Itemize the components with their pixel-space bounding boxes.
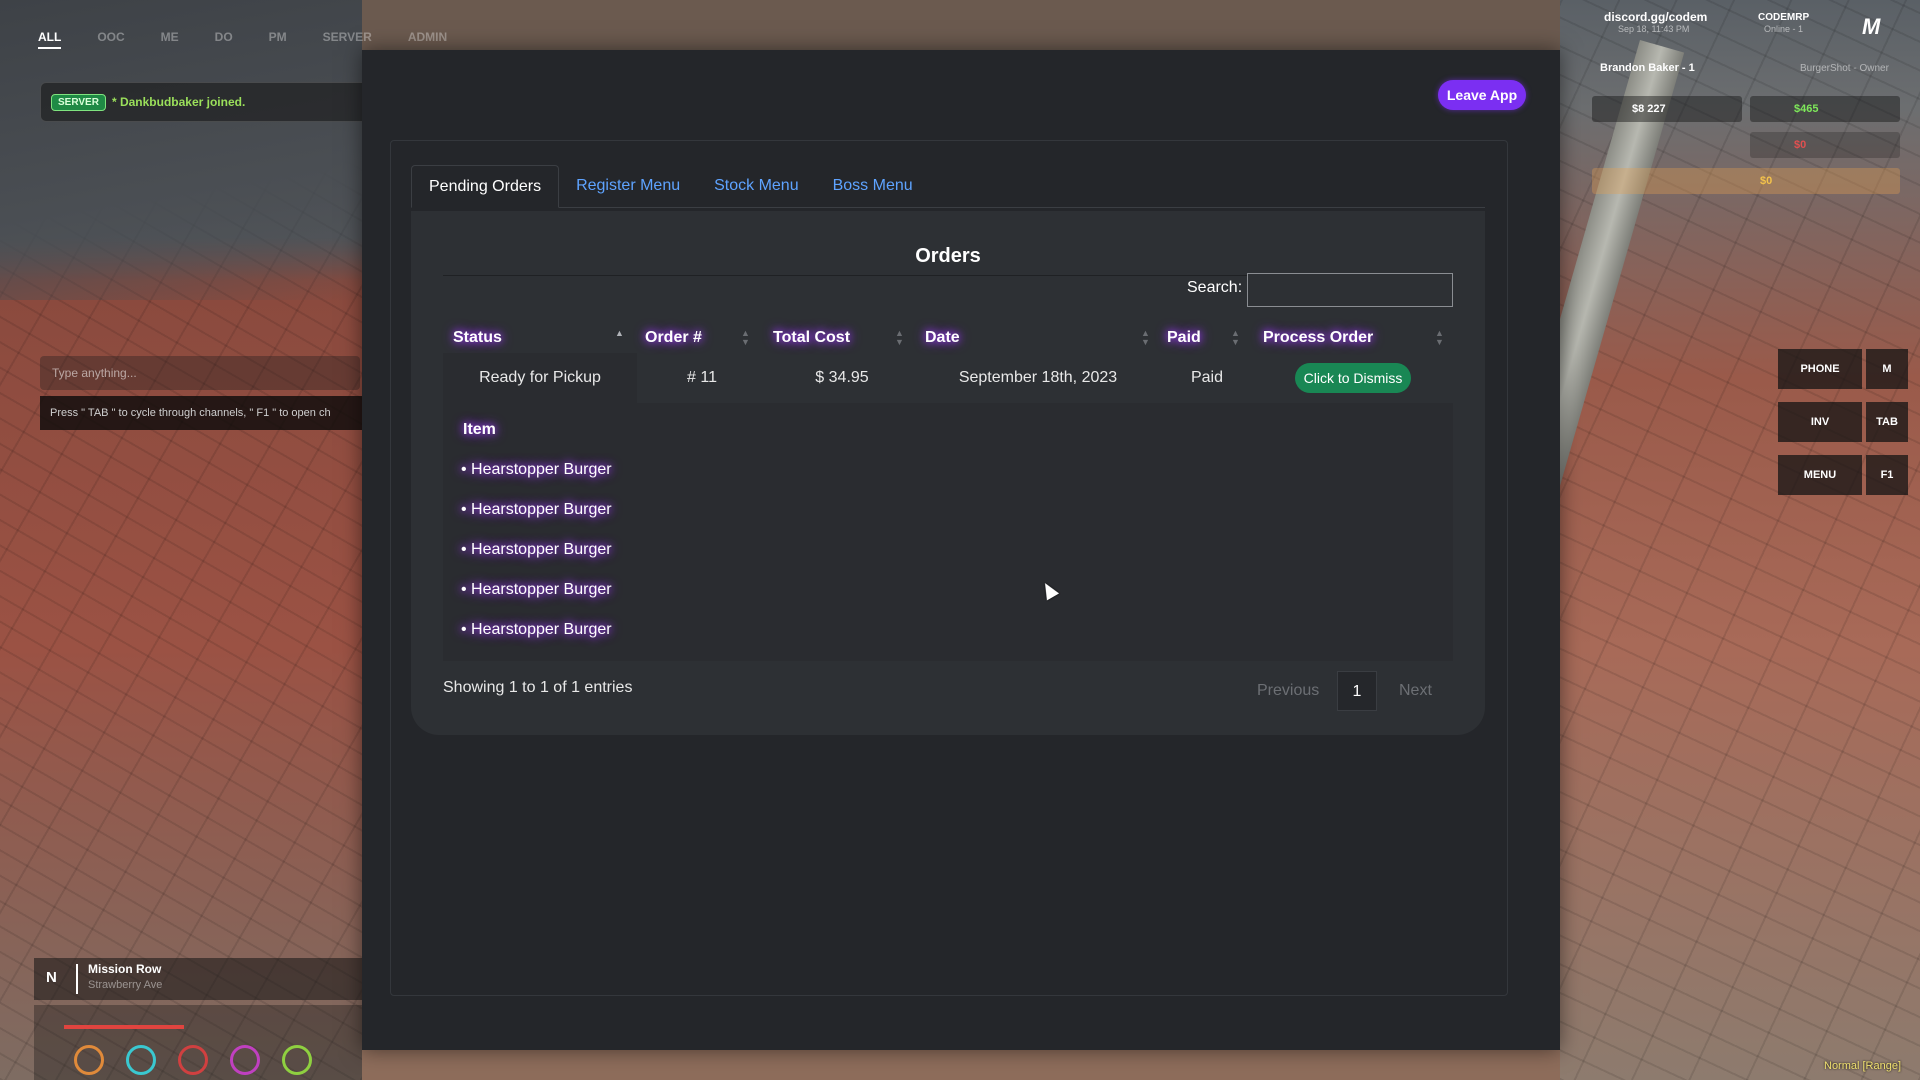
discord-link: discord.gg/codem	[1604, 10, 1708, 24]
order-number: # 11	[687, 369, 717, 386]
chat-tabs: ALL OOC ME DO PM SERVER ADMIN	[38, 30, 447, 49]
items-header: Item	[463, 421, 496, 438]
status-hud	[34, 1005, 362, 1080]
cash-balance: $465	[1750, 96, 1900, 122]
tab-pending-orders[interactable]: Pending Orders	[411, 165, 560, 208]
order-paid: Paid	[1190, 369, 1224, 386]
chat-tab-admin[interactable]: ADMIN	[408, 30, 447, 49]
stress-icon	[178, 1045, 208, 1075]
table-header: Status ▲ Order # ▲ ▼ Total Cost ▲ ▼ Date ▲…	[443, 323, 1453, 353]
armor-icon	[230, 1045, 260, 1075]
list-item: • Hearstopper Burger	[461, 621, 612, 638]
chat-tab-do[interactable]: DO	[215, 30, 233, 49]
list-item: • Hearstopper Burger	[461, 501, 612, 518]
pagination-next[interactable]: Next	[1385, 671, 1446, 711]
sort-icon: ▲ ▼	[1141, 328, 1150, 347]
server-badge: SERVER	[51, 93, 106, 111]
leave-app-button[interactable]: Leave App	[1438, 80, 1526, 110]
server-logo-icon: M	[1862, 14, 1881, 39]
health-bar	[64, 1025, 184, 1029]
datetime: Sep 18, 11:43 PM	[1618, 24, 1690, 34]
dirty-money: $0	[1750, 132, 1900, 158]
chat-tab-ooc[interactable]: OOC	[97, 30, 124, 49]
gold-balance: $0	[1592, 168, 1900, 194]
order-status: Ready for Pickup	[479, 369, 601, 386]
table-info: Showing 1 to 1 of 1 entries	[443, 679, 633, 696]
thirst-icon	[126, 1045, 156, 1075]
column-paid[interactable]: Paid	[1167, 323, 1201, 353]
sort-icon: ▲ ▼	[895, 328, 904, 347]
chat-tab-me[interactable]: ME	[161, 30, 179, 49]
app-tabs: Pending Orders Register Menu Stock Menu …	[411, 165, 1485, 208]
location-hud: N Mission Row Strawberry Ave	[34, 958, 362, 1000]
sort-icon: ▲ ▼	[1231, 328, 1240, 347]
street-name: Mission Row	[88, 962, 162, 976]
search-label: Search:	[1187, 279, 1243, 296]
chat-hint: Press " TAB " to cycle through channels,…	[40, 396, 362, 430]
hunger-icon	[74, 1045, 104, 1075]
bank-balance: $8 227	[1592, 96, 1742, 122]
column-date[interactable]: Date	[925, 323, 960, 353]
online-count: Online - 1	[1764, 24, 1804, 34]
column-order-number[interactable]: Order #	[645, 323, 702, 353]
list-item: • Hearstopper Burger	[461, 461, 612, 478]
order-total: $ 34.95	[815, 369, 869, 386]
column-process-order[interactable]: Process Order	[1263, 323, 1373, 353]
order-items: Item • Hearstopper Burger • Hearstopper …	[443, 403, 1453, 661]
player-name: Brandon Baker - 1	[1600, 62, 1695, 74]
burgershot-app-window: Leave App Pending Orders Register Menu S…	[362, 50, 1560, 1050]
tab-register-menu[interactable]: Register Menu	[559, 165, 697, 206]
compass-direction: N	[46, 969, 57, 986]
sort-icon: ▲ ▼	[1435, 328, 1444, 347]
column-total-cost[interactable]: Total Cost	[773, 323, 850, 353]
keybind-menu: MENU F1	[1778, 455, 1918, 495]
orders-card: Orders Search: Status ▲ Order # ▲ ▼ Total…	[411, 211, 1485, 735]
divider	[76, 964, 78, 994]
keybind-label: MENU	[1778, 455, 1862, 495]
sort-icon: ▲ ▼	[741, 328, 750, 347]
search-input[interactable]	[1247, 273, 1453, 307]
pagination-previous[interactable]: Previous	[1243, 671, 1333, 711]
app-panel: Pending Orders Register Menu Stock Menu …	[390, 140, 1508, 996]
pagination-page[interactable]: 1	[1337, 671, 1377, 711]
chat-message: SERVER * Dankbudbaker joined.	[40, 82, 370, 122]
sidewalk-bottom	[362, 1050, 1560, 1080]
tab-stock-menu[interactable]: Stock Menu	[697, 165, 815, 206]
keybind-key: TAB	[1866, 402, 1908, 442]
chat-input[interactable]: Type anything...	[40, 356, 360, 390]
column-status[interactable]: Status	[453, 323, 502, 353]
keybind-inventory: INV TAB	[1778, 402, 1918, 442]
chat-tab-server[interactable]: SERVER	[323, 30, 372, 49]
keybind-key: M	[1866, 349, 1908, 389]
chat-message-text: * Dankbudbaker joined.	[111, 95, 246, 109]
chat-tab-all[interactable]: ALL	[38, 30, 62, 49]
orders-title: Orders	[915, 245, 981, 267]
keybind-key: F1	[1866, 455, 1908, 495]
keybind-label: INV	[1778, 402, 1862, 442]
list-item: • Hearstopper Burger	[461, 541, 612, 558]
voice-range: Normal [Range]	[1824, 1060, 1902, 1072]
sort-asc-icon: ▲	[615, 328, 624, 338]
chat-tab-pm[interactable]: PM	[269, 30, 287, 49]
server-name: CODEMRP	[1758, 12, 1810, 23]
list-item: • Hearstopper Burger	[461, 581, 612, 598]
table-row[interactable]: Ready for Pickup # 11 $ 34.95 September …	[443, 353, 1453, 403]
stamina-icon	[282, 1045, 312, 1075]
player-job: BurgerShot - Owner	[1800, 63, 1889, 74]
order-date: September 18th, 2023	[958, 369, 1118, 386]
keybind-label: PHONE	[1778, 349, 1862, 389]
tab-boss-menu[interactable]: Boss Menu	[816, 165, 930, 206]
keybind-phone: PHONE M	[1778, 349, 1918, 389]
sub-street-name: Strawberry Ave	[88, 979, 163, 991]
dismiss-button[interactable]: Click to Dismiss	[1295, 363, 1411, 393]
